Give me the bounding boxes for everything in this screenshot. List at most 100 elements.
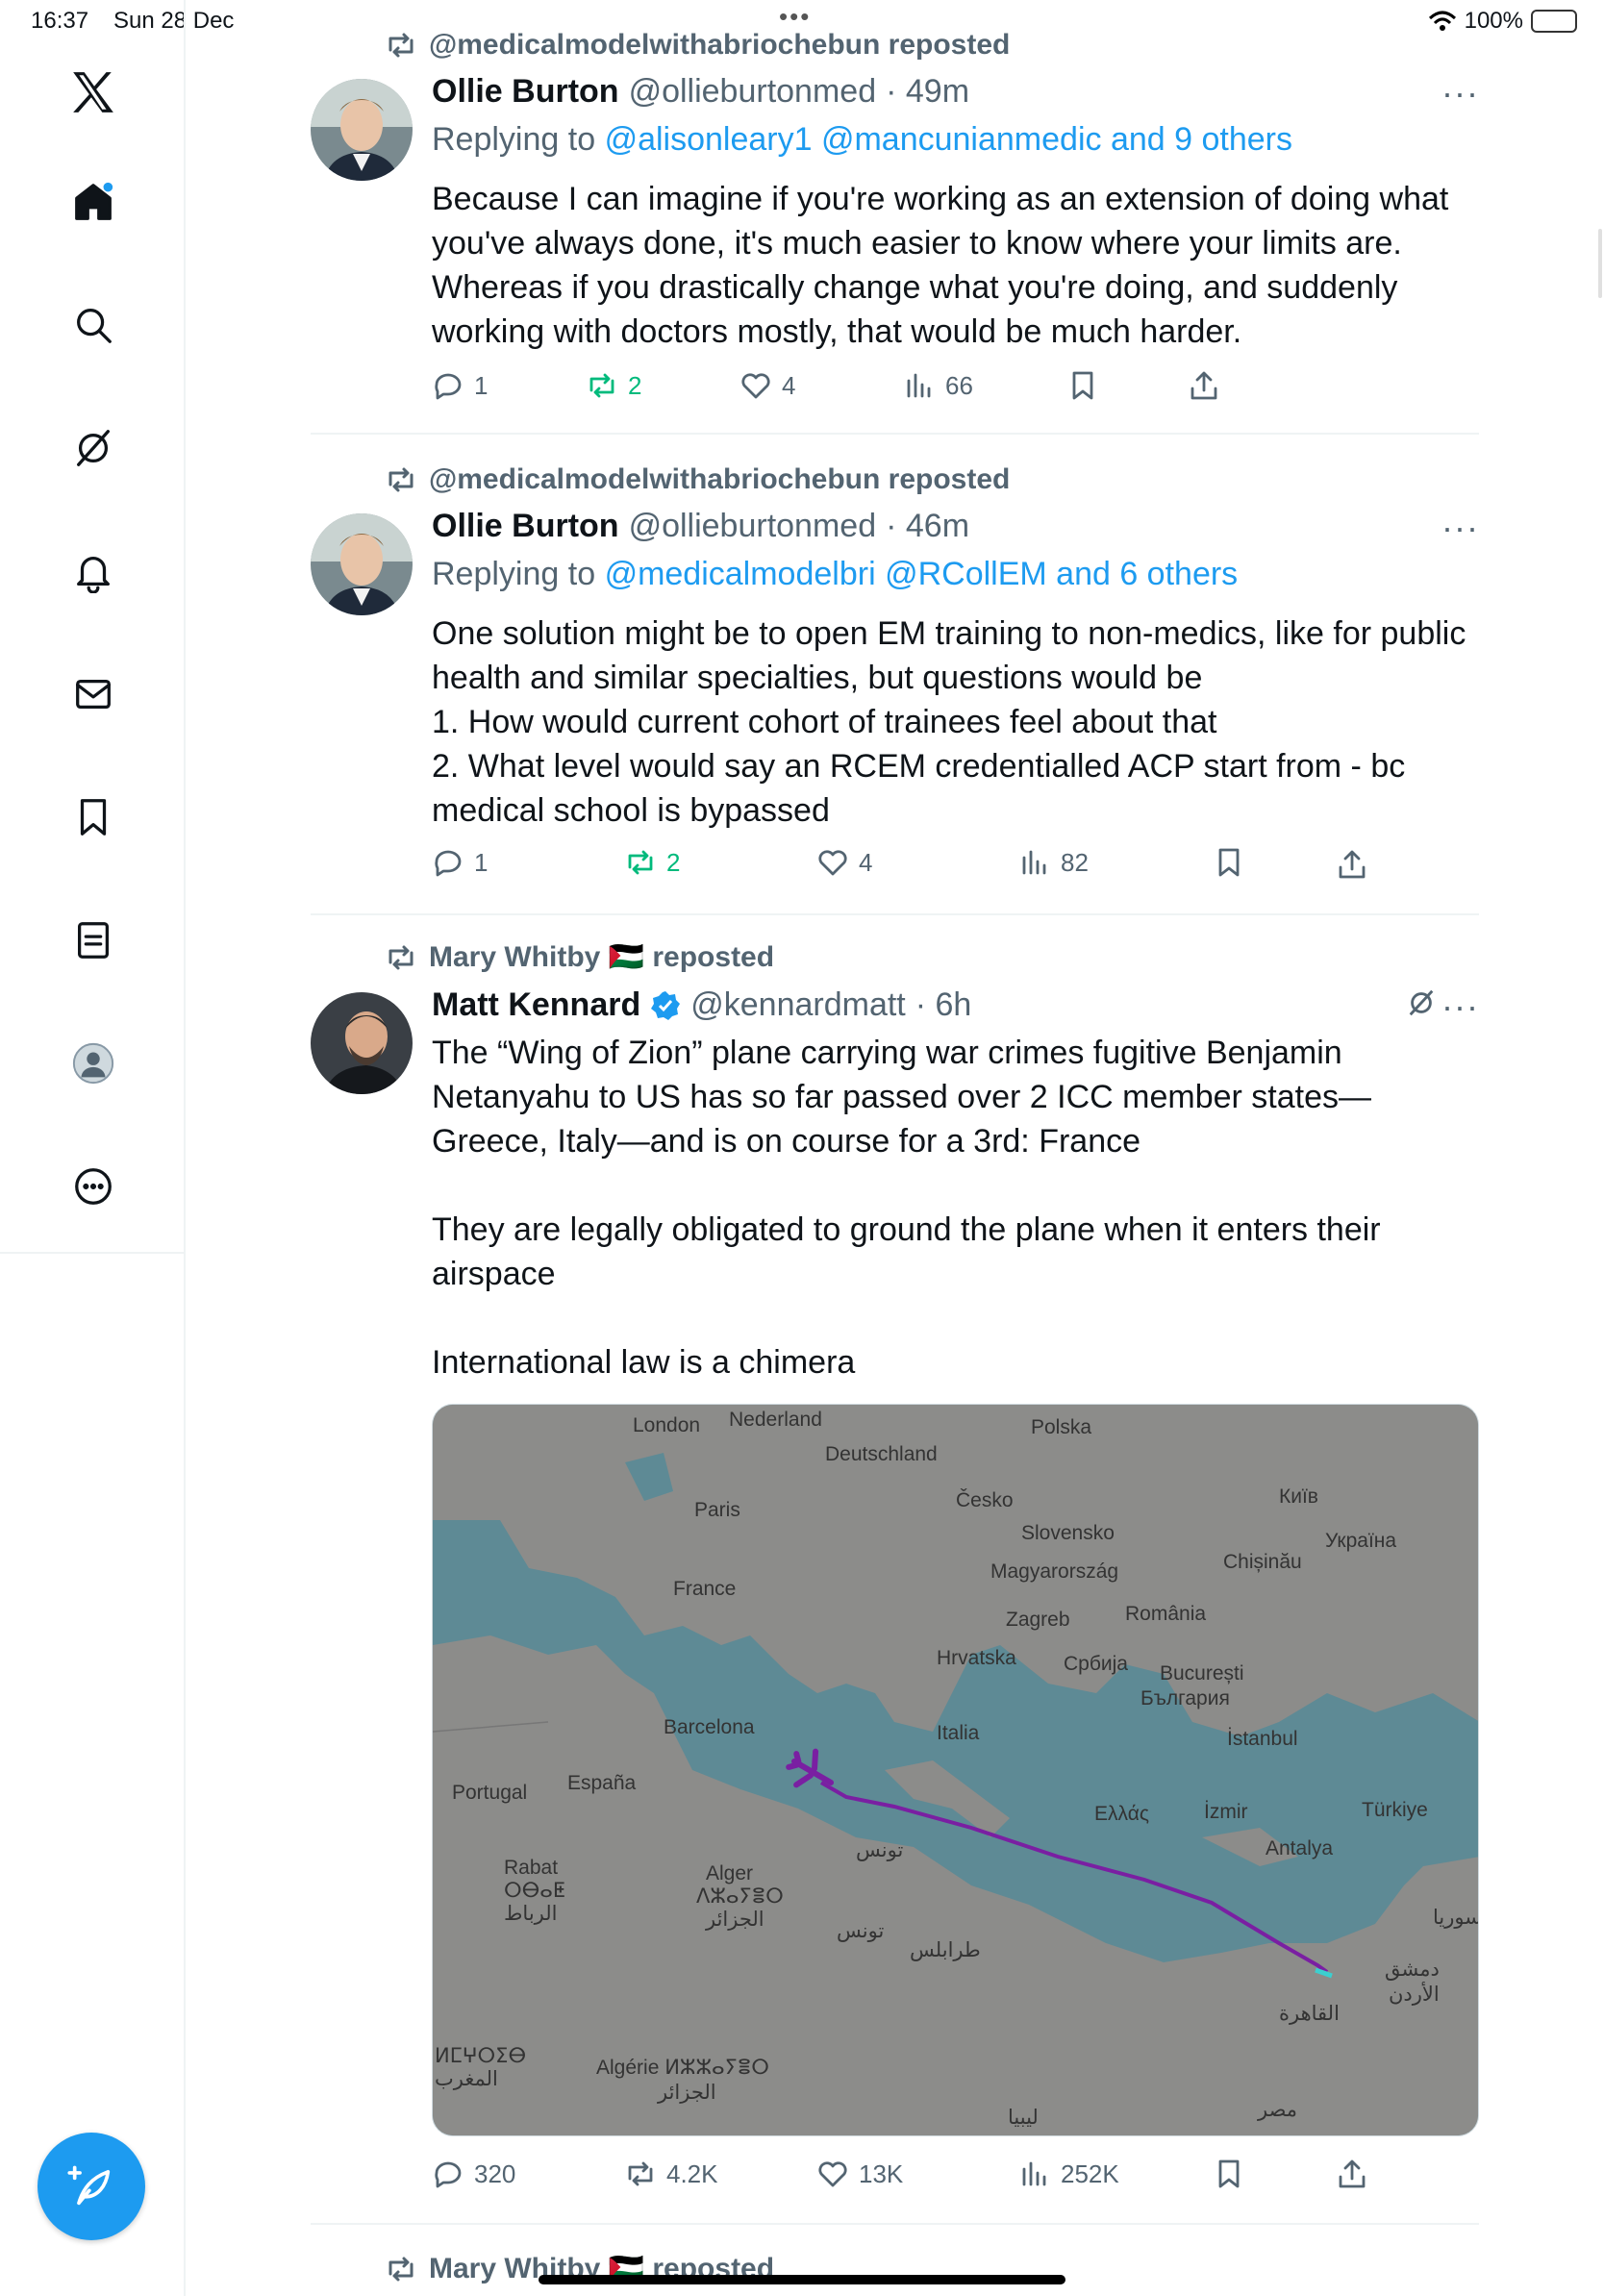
home-icon[interactable]: [0, 156, 186, 248]
replying-to-label: Replying to: [432, 121, 596, 158]
map-label: Türkiye: [1362, 1799, 1428, 1821]
verified-badge-icon: [651, 990, 681, 1020]
x-logo-icon[interactable]: [0, 46, 186, 138]
post-text-line: 2. What level would say an RCEM credenti…: [432, 748, 1406, 829]
repost-icon: [388, 945, 414, 969]
post-time[interactable]: · 49m: [886, 73, 969, 111]
repost-icon: [628, 2161, 653, 2186]
home-indicator[interactable]: [539, 2275, 1065, 2284]
map-label: سوريا: [1433, 1907, 1479, 1929]
bookmarks-icon[interactable]: [0, 771, 186, 863]
map-label: Polska: [1031, 1416, 1091, 1438]
replying-to: Replying to @medicalmodelbri @RCollEM an…: [432, 556, 1238, 593]
repost-icon: [628, 850, 653, 875]
reply-button[interactable]: 320: [432, 2158, 515, 2190]
post-time[interactable]: · 6h: [915, 986, 972, 1024]
share-button[interactable]: [1336, 848, 1368, 881]
author-name[interactable]: Ollie Burton: [432, 508, 619, 545]
map-label: Paris: [694, 1499, 740, 1521]
avatar[interactable]: [311, 513, 413, 615]
map-label: Chișinău: [1223, 1551, 1302, 1573]
more-options-icon[interactable]: ···: [1441, 986, 1479, 1027]
avatar[interactable]: [311, 79, 413, 181]
views-chart-icon: [907, 373, 931, 398]
reply-button[interactable]: 1: [432, 369, 488, 402]
author-name[interactable]: Ollie Burton: [432, 73, 619, 111]
map-label: طرابلس: [910, 1939, 981, 1961]
messages-envelope-icon[interactable]: [0, 648, 186, 740]
map-label: Zagreb: [1006, 1609, 1070, 1631]
avatar[interactable]: [311, 992, 413, 1094]
views-button[interactable]: 252K: [1018, 2158, 1119, 2190]
author-handle[interactable]: @ollieburtonmed: [629, 508, 877, 545]
repost-indicator: Mary Whitby 🇵🇸 reposted: [385, 940, 774, 974]
feather-plus-icon: [67, 2165, 111, 2206]
reply-button[interactable]: 1: [432, 846, 488, 879]
views-button[interactable]: 82: [1018, 846, 1089, 879]
flight-map-image[interactable]: London Nederland Polska Deutschland Česk…: [432, 1404, 1479, 2136]
profile-avatar-icon[interactable]: [0, 1017, 186, 1110]
map-label: القاهرة: [1279, 2003, 1340, 2025]
post-divider: [311, 913, 1479, 915]
map-label: ⴷⵣⴰⵢⴻⵔ: [696, 1885, 784, 1908]
notifications-bell-icon[interactable]: [0, 525, 186, 617]
map-label: Ελλάς: [1094, 1803, 1149, 1825]
repost-icon: [388, 33, 414, 58]
reply-count: 1: [474, 370, 489, 400]
replying-to-links[interactable]: @alisonleary1 @mancunianmedic and 9 othe…: [605, 121, 1292, 158]
reply-bubble-icon: [435, 2161, 462, 2188]
like-button[interactable]: 4: [739, 369, 795, 402]
more-menu-icon[interactable]: [0, 1140, 186, 1233]
map-label: تونس: [837, 1920, 884, 1942]
wifi-icon: [1428, 11, 1456, 31]
grok-icon[interactable]: [0, 402, 186, 494]
map-label: Deutschland: [825, 1443, 938, 1465]
author-name[interactable]: Matt Kennard: [432, 986, 640, 1024]
like-count: 4: [859, 847, 873, 877]
repost-button[interactable]: 4.2K: [624, 2158, 718, 2190]
replying-to-links[interactable]: @medicalmodelbri @RCollEM and 6 others: [605, 556, 1239, 592]
map-label: France: [673, 1578, 736, 1600]
replying-to-label: Replying to: [432, 556, 596, 592]
post-text-line: One solution might be to open EM trainin…: [432, 615, 1466, 696]
repost-button[interactable]: 2: [586, 369, 641, 402]
views-chart-icon: [1022, 850, 1046, 875]
author-handle[interactable]: @kennardmatt: [690, 986, 906, 1024]
more-options-icon[interactable]: ···: [1441, 508, 1479, 548]
multitasking-dots-icon[interactable]: •••: [779, 2, 811, 32]
map-label: ⵔⴱⴰⵟ: [504, 1880, 565, 1902]
grok-explain-icon[interactable]: [1406, 986, 1437, 1027]
scroll-indicator: [1598, 229, 1602, 298]
repost-button[interactable]: 2: [624, 846, 680, 879]
author-handle[interactable]: @ollieburtonmed: [629, 73, 877, 111]
compose-post-button[interactable]: [38, 2133, 145, 2240]
more-options-icon[interactable]: ···: [1441, 73, 1479, 113]
battery-percent: 100%: [1464, 8, 1523, 34]
map-label: Alger: [706, 1862, 753, 1884]
bookmark-button[interactable]: [1066, 369, 1099, 402]
share-icon: [1339, 2159, 1366, 2188]
bookmark-button[interactable]: [1213, 846, 1245, 879]
views-button[interactable]: 66: [903, 369, 973, 402]
lists-icon[interactable]: [0, 894, 186, 986]
map-label: المغرب: [435, 2068, 498, 2090]
post-text-line: 1. How would current cohort of trainees …: [432, 704, 1217, 740]
views-chart-icon: [1022, 2161, 1046, 2186]
like-button[interactable]: 13K: [816, 2158, 903, 2190]
map-label: España: [567, 1772, 637, 1794]
post-divider: [311, 433, 1479, 435]
map-label: Slovensko: [1021, 1522, 1115, 1544]
bookmark-button[interactable]: [1213, 2158, 1245, 2190]
heart-icon: [741, 373, 770, 399]
share-button[interactable]: [1188, 369, 1220, 402]
sidebar-divider: [0, 1252, 186, 1254]
heart-icon: [818, 2161, 847, 2187]
share-button[interactable]: [1336, 2158, 1368, 2190]
search-icon[interactable]: [0, 279, 186, 371]
like-button[interactable]: 4: [816, 846, 872, 879]
map-label: Nederland: [729, 1409, 822, 1431]
map-label: Србија: [1064, 1653, 1128, 1675]
repost-indicator: @medicalmodelwithabriochebun reposted: [385, 463, 1010, 496]
map-label: الجزائر: [657, 2082, 716, 2104]
post-time[interactable]: · 46m: [886, 508, 969, 545]
